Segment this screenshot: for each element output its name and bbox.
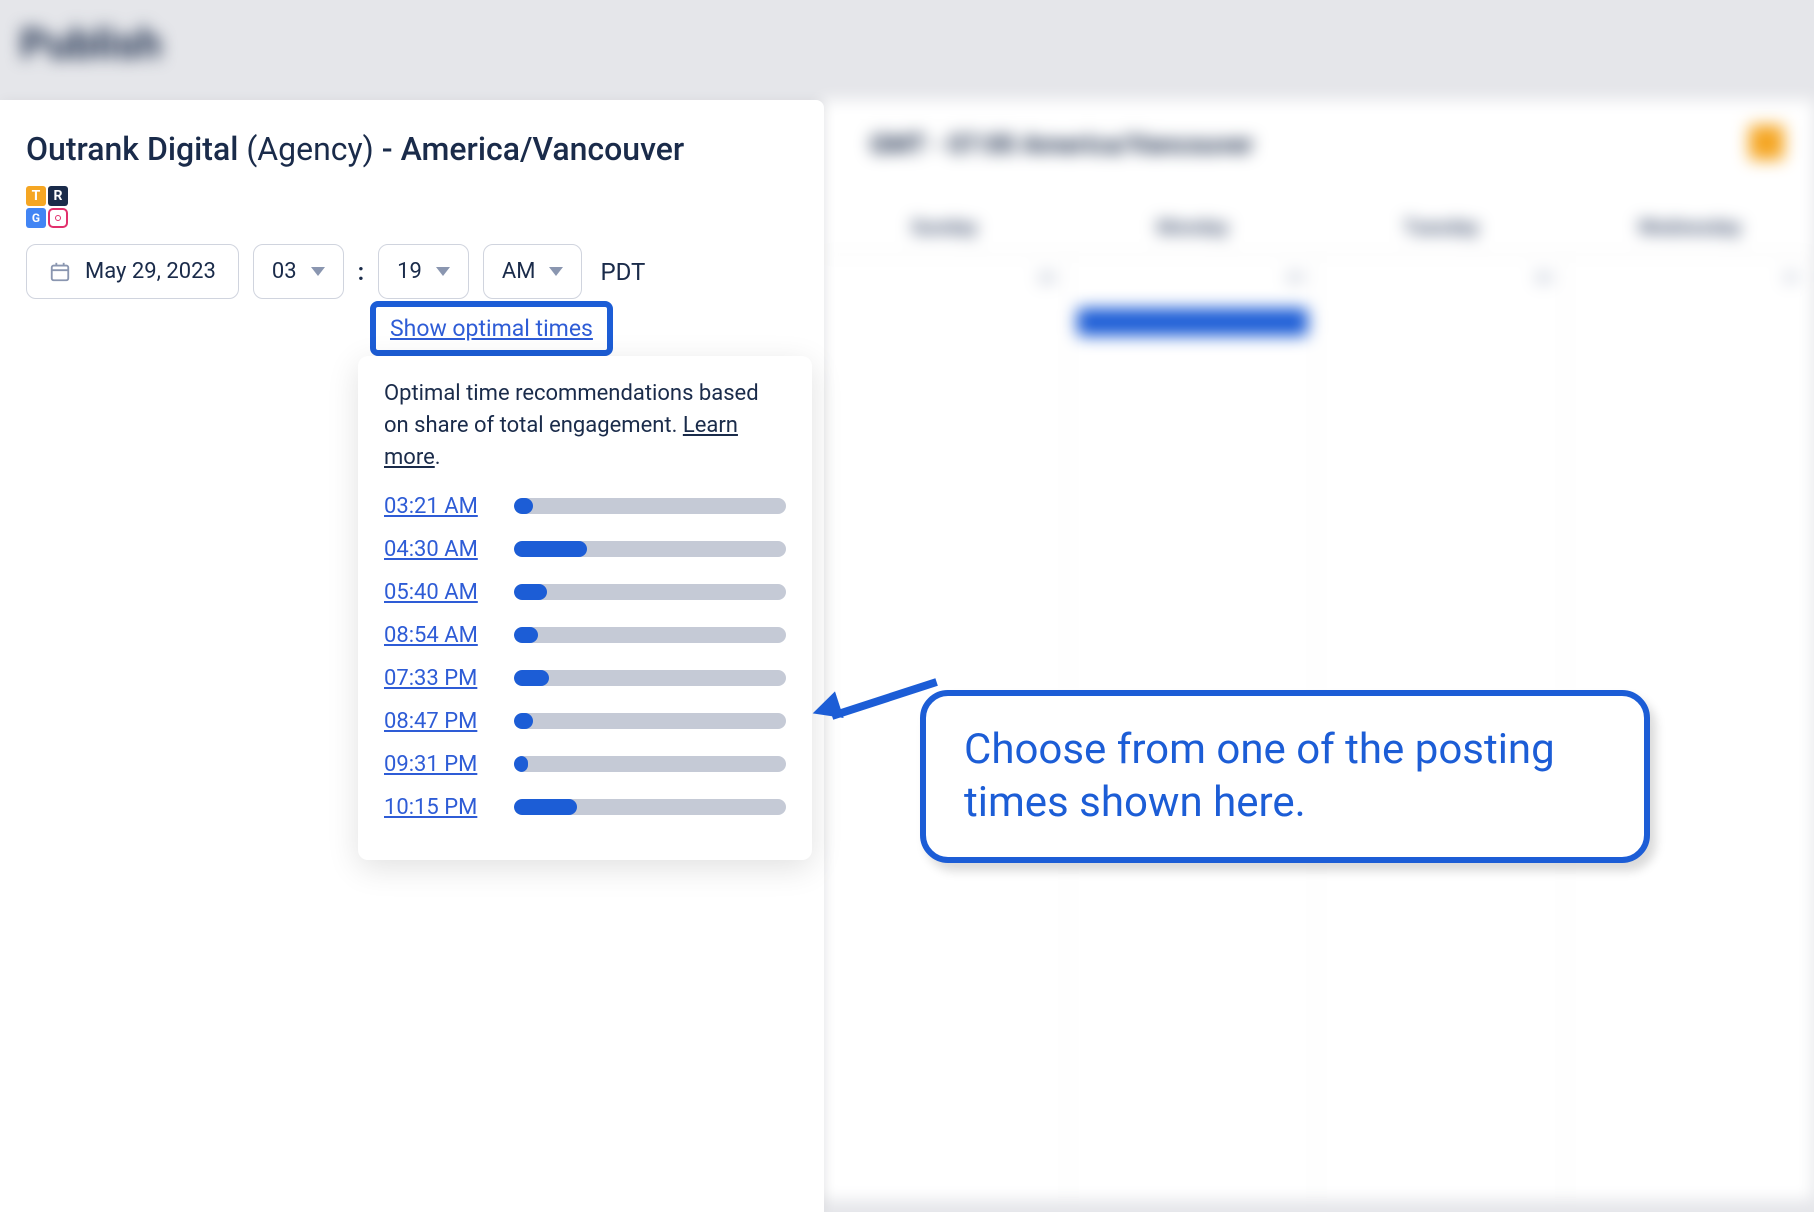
optimal-time-row: 05:40 AM — [384, 580, 786, 605]
optimal-time-row: 09:31 PM — [384, 752, 786, 777]
calendar-badge-icon — [1749, 125, 1784, 160]
optimal-time-link[interactable]: 08:54 AM — [384, 623, 488, 648]
chevron-down-icon — [311, 267, 325, 276]
optimal-time-link[interactable]: 10:15 PM — [384, 795, 488, 820]
timezone-label: PDT — [600, 258, 645, 286]
panel-title: Outrank Digital (Agency) - America/Vanco… — [26, 130, 798, 168]
engagement-bar — [514, 756, 786, 772]
date-picker-button[interactable]: May 29, 2023 — [26, 244, 239, 299]
calendar-event — [1077, 308, 1309, 336]
optimal-time-row: 08:47 PM — [384, 709, 786, 734]
avatar-icon: R — [48, 186, 68, 206]
engagement-bar — [514, 713, 786, 729]
chevron-down-icon — [549, 267, 563, 276]
optimal-time-row: 07:33 PM — [384, 666, 786, 691]
popover-description: Optimal time recommendations based on sh… — [384, 378, 786, 474]
engagement-bar — [514, 627, 786, 643]
callout-text: Choose from one of the posting times sho… — [964, 724, 1606, 829]
show-optimal-times-link[interactable]: Show optimal times — [390, 315, 593, 342]
hour-select[interactable]: 03 — [253, 244, 344, 299]
time-colon: : — [358, 258, 365, 286]
calendar-tz-title: GMT - 07:00 America/Vancouver — [870, 130, 1254, 160]
optimal-times-list: 03:21 AM 04:30 AM 05:40 AM 08:54 AM 07:33 PM… — [384, 494, 786, 820]
optimal-time-link[interactable]: 05:40 AM — [384, 580, 488, 605]
optimal-time-link[interactable]: 07:33 PM — [384, 666, 488, 691]
optimal-time-link[interactable]: 03:21 AM — [384, 494, 488, 519]
day-header: Monday — [1069, 200, 1318, 255]
highlight-box: Show optimal times — [370, 301, 613, 356]
ampm-select[interactable]: AM — [483, 244, 583, 299]
date-value: May 29, 2023 — [85, 259, 216, 284]
account-avatars: T R G — [26, 186, 798, 228]
day-header: Tuesday — [1317, 200, 1566, 255]
engagement-bar — [514, 498, 786, 514]
engagement-bar — [514, 670, 786, 686]
avatar-icon: T — [26, 186, 46, 206]
day-header: Sunday — [820, 200, 1069, 255]
chevron-down-icon — [436, 267, 450, 276]
calendar-icon — [49, 261, 71, 283]
day-header: Wednesday — [1566, 200, 1814, 255]
optimal-time-row: 08:54 AM — [384, 623, 786, 648]
schedule-row: May 29, 2023 03 : 19 AM PDT — [26, 244, 798, 299]
annotation-callout: Choose from one of the posting times sho… — [920, 690, 1650, 863]
calendar-day-headers: Sunday Monday Tuesday Wednesday — [820, 200, 1814, 255]
optimal-time-link[interactable]: 09:31 PM — [384, 752, 488, 777]
calendar-background: GMT - 07:00 America/Vancouver Sunday Mon… — [820, 100, 1814, 1200]
engagement-bar — [514, 799, 786, 815]
engagement-bar — [514, 584, 786, 600]
optimal-time-row: 03:21 AM — [384, 494, 786, 519]
optimal-time-link[interactable]: 08:47 PM — [384, 709, 488, 734]
minute-select[interactable]: 19 — [378, 244, 469, 299]
engagement-bar — [514, 541, 786, 557]
optimal-time-link[interactable]: 04:30 AM — [384, 537, 488, 562]
instagram-icon — [48, 208, 68, 228]
optimal-time-row: 04:30 AM — [384, 537, 786, 562]
optimal-time-row: 10:15 PM — [384, 795, 786, 820]
google-icon: G — [26, 208, 46, 228]
app-header-title: Publish — [20, 20, 162, 69]
optimal-times-popover: Optimal time recommendations based on sh… — [358, 356, 812, 860]
